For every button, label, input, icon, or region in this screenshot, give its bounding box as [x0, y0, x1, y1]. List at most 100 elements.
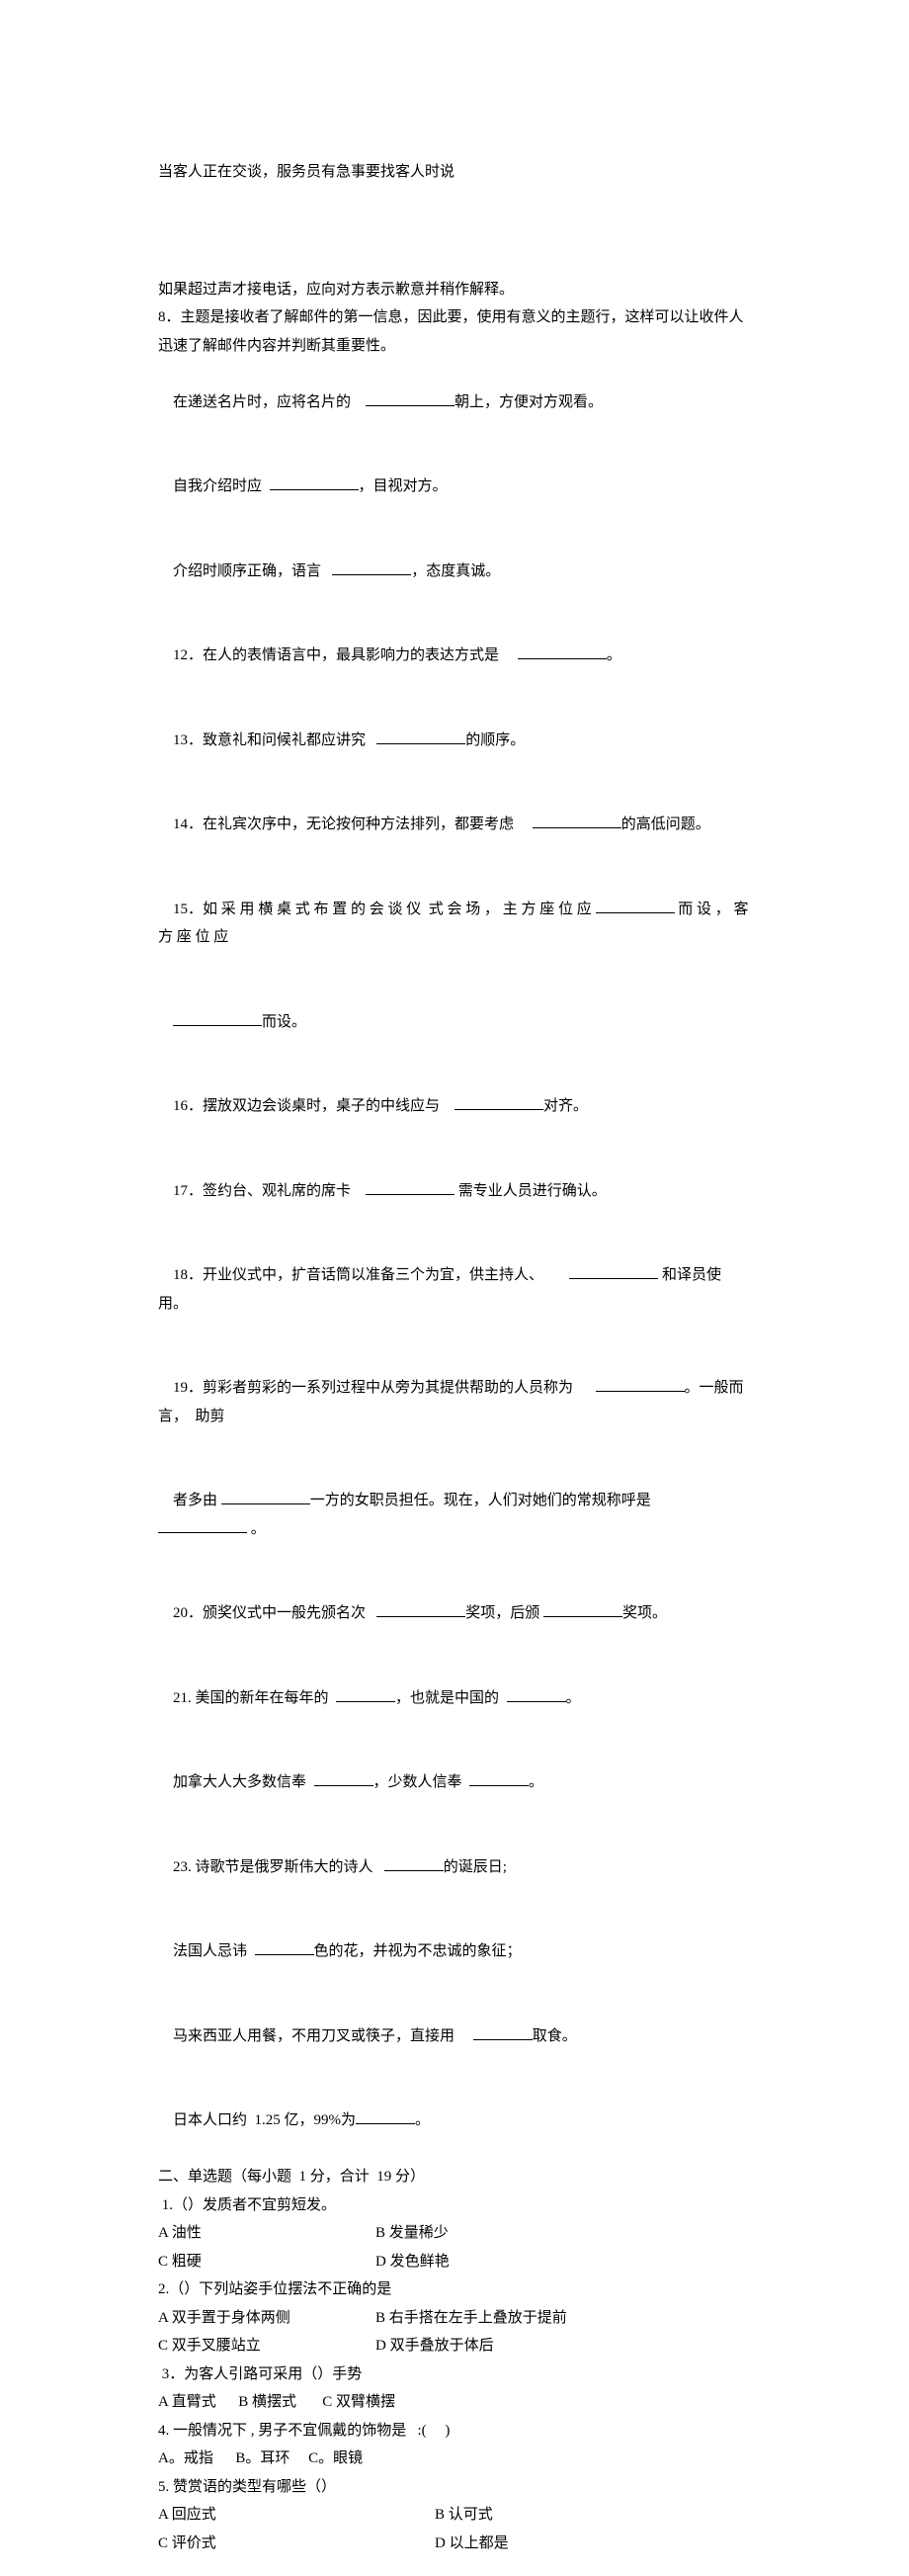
q2-options-row1: A 双手置于身体两侧 B 右手搭在左手上叠放于提前: [158, 2304, 751, 2333]
line-21-mid: ，也就是中国的: [395, 1690, 499, 1706]
line-19-pre: 19．剪彩者剪彩的一系列过程中从旁为其提供帮助的人员称为: [173, 1380, 573, 1396]
q5-option-c: C 评价式: [158, 2530, 435, 2558]
line-25-post: 取食。: [533, 2028, 577, 2044]
blank-19b: [221, 1489, 310, 1504]
line-15b: 而设。: [158, 980, 751, 1065]
blank-11: [332, 559, 411, 575]
q1-option-c: C 粗硬: [158, 2248, 375, 2276]
blank-16: [454, 1094, 543, 1110]
q1-stem: 1.（）发质者不宜剪短发。: [158, 2191, 751, 2220]
line-23-post: 的诞辰日;: [444, 1859, 507, 1875]
q2-option-a: A 双手置于身体两侧: [158, 2304, 375, 2333]
blank-20a: [376, 1601, 465, 1617]
line-24-post: 色的花，并视为不忠诚的象征；: [314, 1943, 522, 1959]
line-26: 日本人口约 1.25 亿，99%为。: [158, 2079, 751, 2164]
q2-option-d: D 双手叠放于体后: [375, 2332, 494, 2361]
line-19a: 19．剪彩者剪彩的一系列过程中从旁为其提供帮助的人员称为 。一般而言， 助剪: [158, 1346, 751, 1459]
q5-options-row2: C 评价式 D 以上都是: [158, 2530, 751, 2558]
line-8b: 迅速了解邮件内容并判断其重要性。: [158, 332, 751, 361]
line-13: 13．致意礼和问候礼都应讲究 的顺序。: [158, 698, 751, 783]
blank-23: [384, 1855, 444, 1871]
line-21-pre: 21. 美国的新年在每年的: [173, 1690, 329, 1706]
blank-19a: [596, 1376, 685, 1392]
line-19-pre2: 者多由: [173, 1493, 217, 1508]
line-14-pre: 14．在礼宾次序中，无论按何种方法排列，都要考虑: [173, 816, 514, 832]
line-21: 21. 美国的新年在每年的 ，也就是中国的 。: [158, 1656, 751, 1741]
blank-19c: [158, 1517, 247, 1533]
blank-17: [366, 1179, 454, 1195]
q5-option-d: D 以上都是: [435, 2530, 509, 2558]
blank-26: [356, 2108, 415, 2124]
q1-option-b: B 发量稀少: [375, 2219, 449, 2248]
line-23-pre: 23. 诗歌节是俄罗斯伟大的诗人: [173, 1859, 373, 1875]
line-22-mid: ，少数人信奉: [373, 1774, 462, 1790]
line-22: 加拿大人大多数信奉 ，少数人信奉 。: [158, 1741, 751, 1826]
blank-21a: [336, 1686, 395, 1702]
line-22-pre: 加拿大人大多数信奉: [173, 1774, 306, 1790]
line-18-pre: 18．开业仪式中，扩音话筒以准备三个为宜，供主持人、: [173, 1267, 543, 1283]
blank-12: [518, 644, 607, 659]
blank-9: [366, 390, 454, 406]
q5-option-a: A 回应式: [158, 2501, 435, 2530]
line-17-post: 需专业人员进行确认。: [454, 1183, 607, 1199]
line-13-pre: 13．致意礼和问候礼都应讲究: [173, 732, 366, 748]
line-7: 如果超过声才接电话，应向对方表示歉意并稍作解释。: [158, 276, 751, 304]
line-top: 当客人正在交谈，服务员有急事要找客人时说: [158, 158, 751, 187]
line-11: 介绍时顺序正确，语言 ，态度真诚。: [158, 529, 751, 614]
q1-option-d: D 发色鲜艳: [375, 2248, 450, 2276]
line-16: 16．摆放双边会谈桌时，桌子的中线应与 对齐。: [158, 1065, 751, 1150]
blank-18: [569, 1263, 658, 1279]
line-9-pre: 在递送名片时，应将名片的: [173, 394, 351, 410]
blank-13: [376, 729, 465, 744]
section-2-title: 二、单选题（每小题 1 分，合计 19 分）: [158, 2163, 751, 2191]
blank-25: [473, 2024, 533, 2040]
line-9-post: 朝上，方便对方观看。: [454, 394, 603, 410]
blank-15b: [173, 1010, 262, 1026]
line-10-pre: 自我介绍时应: [173, 478, 262, 494]
line-19-mid2: 一方的女职员担任。现在，人们对她们的常规称呼是: [310, 1493, 651, 1508]
line-17: 17．签约台、观礼席的席卡 需专业人员进行确认。: [158, 1149, 751, 1234]
line-17-pre: 17．签约台、观礼席的席卡: [173, 1183, 351, 1199]
q5-option-b: B 认可式: [435, 2501, 493, 2530]
blank-20b: [543, 1601, 622, 1617]
line-8a: 8．主题是接收者了解邮件的第一信息，因此要，使用有意义的主题行，这样可以让收件人: [158, 303, 751, 332]
blank-22b: [469, 1770, 529, 1786]
q5-options-row1: A 回应式 B 认可式: [158, 2501, 751, 2530]
blank-14: [533, 813, 621, 828]
blank-21b: [507, 1686, 566, 1702]
q3-options: A 直臂式 B 横摆式 C 双臂横摆: [158, 2388, 751, 2417]
q1-options-row1: A 油性 B 发量稀少: [158, 2219, 751, 2248]
line-26-pre: 日本人口约 1.25 亿，99%为: [173, 2112, 356, 2128]
line-11-pre: 介绍时顺序正确，语言: [173, 563, 321, 579]
line-15a: 15．如 采 用 横 桌 式 布 置 的 会 谈 仪 式 会 场 ， 主 方 座…: [158, 867, 751, 980]
q4-stem: 4. 一般情况下 , 男子不宜佩戴的饰物是 :( ): [158, 2417, 751, 2446]
line-23: 23. 诗歌节是俄罗斯伟大的诗人 的诞辰日;: [158, 1825, 751, 1910]
page-content: 当客人正在交谈，服务员有急事要找客人时说 如果超过声才接电话，应向对方表示歉意并…: [0, 0, 909, 2576]
q2-option-c: C 双手叉腰站立: [158, 2332, 375, 2361]
line-14: 14．在礼宾次序中，无论按何种方法排列，都要考虑 的高低问题。: [158, 783, 751, 868]
line-18: 18．开业仪式中，扩音话筒以准备三个为宜，供主持人、 和译员使用。: [158, 1234, 751, 1346]
line-10-post: ，目视对方。: [359, 478, 448, 494]
line-16-pre: 16．摆放双边会谈桌时，桌子的中线应与: [173, 1098, 440, 1114]
q1-options-row2: C 粗硬 D 发色鲜艳: [158, 2248, 751, 2276]
line-19b: 者多由 一方的女职员担任。现在，人们对她们的常规称呼是 。: [158, 1459, 751, 1572]
line-15-pre: 15．如 采 用 横 桌 式 布 置 的 会 谈 仪 式 会 场 ， 主 方 座…: [173, 902, 592, 917]
line-11-post: ，态度真诚。: [411, 563, 500, 579]
blank-15a: [596, 898, 675, 913]
q2-option-b: B 右手搭在左手上叠放于提前: [375, 2304, 567, 2333]
line-24-pre: 法国人忌讳: [173, 1943, 247, 1959]
q2-options-row2: C 双手叉腰站立 D 双手叠放于体后: [158, 2332, 751, 2361]
blank-24: [255, 1939, 314, 1955]
q2-stem: 2.（）下列站姿手位摆法不正确的是: [158, 2275, 751, 2304]
line-20: 20．颁奖仪式中一般先颁名次 奖项，后颁 奖项。: [158, 1572, 751, 1657]
line-19-post: 。: [247, 1521, 266, 1537]
blank-10: [270, 474, 359, 490]
line-12-post: 。: [607, 647, 621, 663]
line-20-post: 奖项。: [622, 1605, 667, 1621]
q1-option-a: A 油性: [158, 2219, 375, 2248]
line-24: 法国人忌讳 色的花，并视为不忠诚的象征；: [158, 1910, 751, 1995]
q5-stem: 5. 赞赏语的类型有哪些（）: [158, 2473, 751, 2502]
line-13-post: 的顺序。: [465, 732, 525, 748]
q4-options: A。戒指 B。耳环 C。眼镜: [158, 2445, 751, 2473]
line-20-pre: 20．颁奖仪式中一般先颁名次: [173, 1605, 366, 1621]
